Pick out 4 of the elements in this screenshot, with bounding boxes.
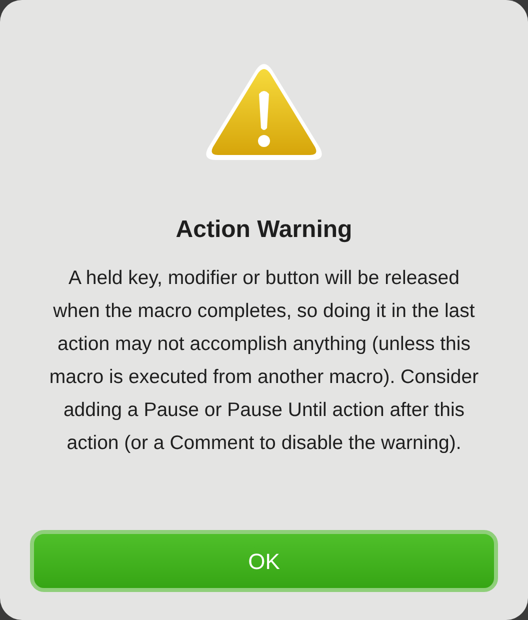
ok-button[interactable]: OK (30, 530, 498, 592)
dialog-title: Action Warning (176, 215, 352, 245)
warning-icon (204, 62, 324, 162)
dialog-message: A held key, modifier or button will be released when the macro completes, so doing it in the last action may not accomplish anything (unless this macro is executed from another macro). Consider adding a Pause or Pause Until action after this action (or a Comment to disable the warning). (48, 266, 480, 456)
